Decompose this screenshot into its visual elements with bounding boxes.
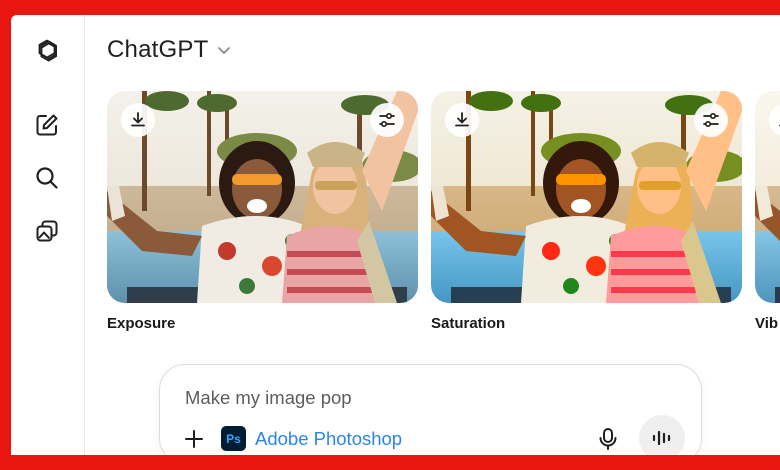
tool-name: Adobe Photoshop: [255, 427, 403, 449]
sidebar: [11, 15, 85, 455]
library-icon[interactable]: [33, 217, 61, 245]
plus-icon: [185, 430, 203, 448]
main-area: ChatGPT Exposure Saturation Vib Make my …: [86, 15, 780, 455]
chevron-down-icon: [218, 47, 231, 54]
adjust-button[interactable]: [694, 103, 728, 137]
image-card-exposure[interactable]: [107, 91, 418, 303]
card-label: Saturation: [431, 315, 506, 332]
download-button[interactable]: [121, 103, 155, 137]
sliders-icon: [703, 112, 719, 128]
composer: Ps Adobe Photoshop: [159, 364, 702, 455]
download-icon: [779, 124, 780, 127]
download-icon: [455, 112, 469, 127]
voice-waveform-icon: [652, 430, 671, 446]
photoshop-logo-icon: Ps: [221, 426, 246, 451]
image-card-saturation[interactable]: [431, 91, 742, 303]
sliders-icon: [379, 112, 395, 128]
openai-logo-icon[interactable]: [33, 37, 61, 65]
add-attachment-button[interactable]: [182, 427, 206, 451]
voice-mode-button[interactable]: [639, 415, 685, 455]
dictate-button[interactable]: [594, 425, 622, 453]
new-chat-icon[interactable]: [33, 111, 61, 139]
microphone-icon: [599, 428, 617, 450]
card-label: Exposure: [107, 315, 176, 332]
download-icon: [131, 112, 145, 127]
tool-chip-photoshop[interactable]: Ps Adobe Photoshop: [221, 426, 402, 451]
card-label: Vib: [755, 315, 779, 332]
adjust-button[interactable]: [370, 103, 404, 137]
model-selector[interactable]: ChatGPT: [107, 36, 232, 64]
image-card-vibrance[interactable]: [755, 91, 780, 303]
prompt-input[interactable]: [185, 387, 605, 409]
search-icon[interactable]: [33, 164, 61, 192]
download-button[interactable]: [445, 103, 479, 137]
page-title: ChatGPT: [107, 36, 209, 63]
app-window: ChatGPT Exposure Saturation Vib Make my …: [11, 15, 780, 455]
